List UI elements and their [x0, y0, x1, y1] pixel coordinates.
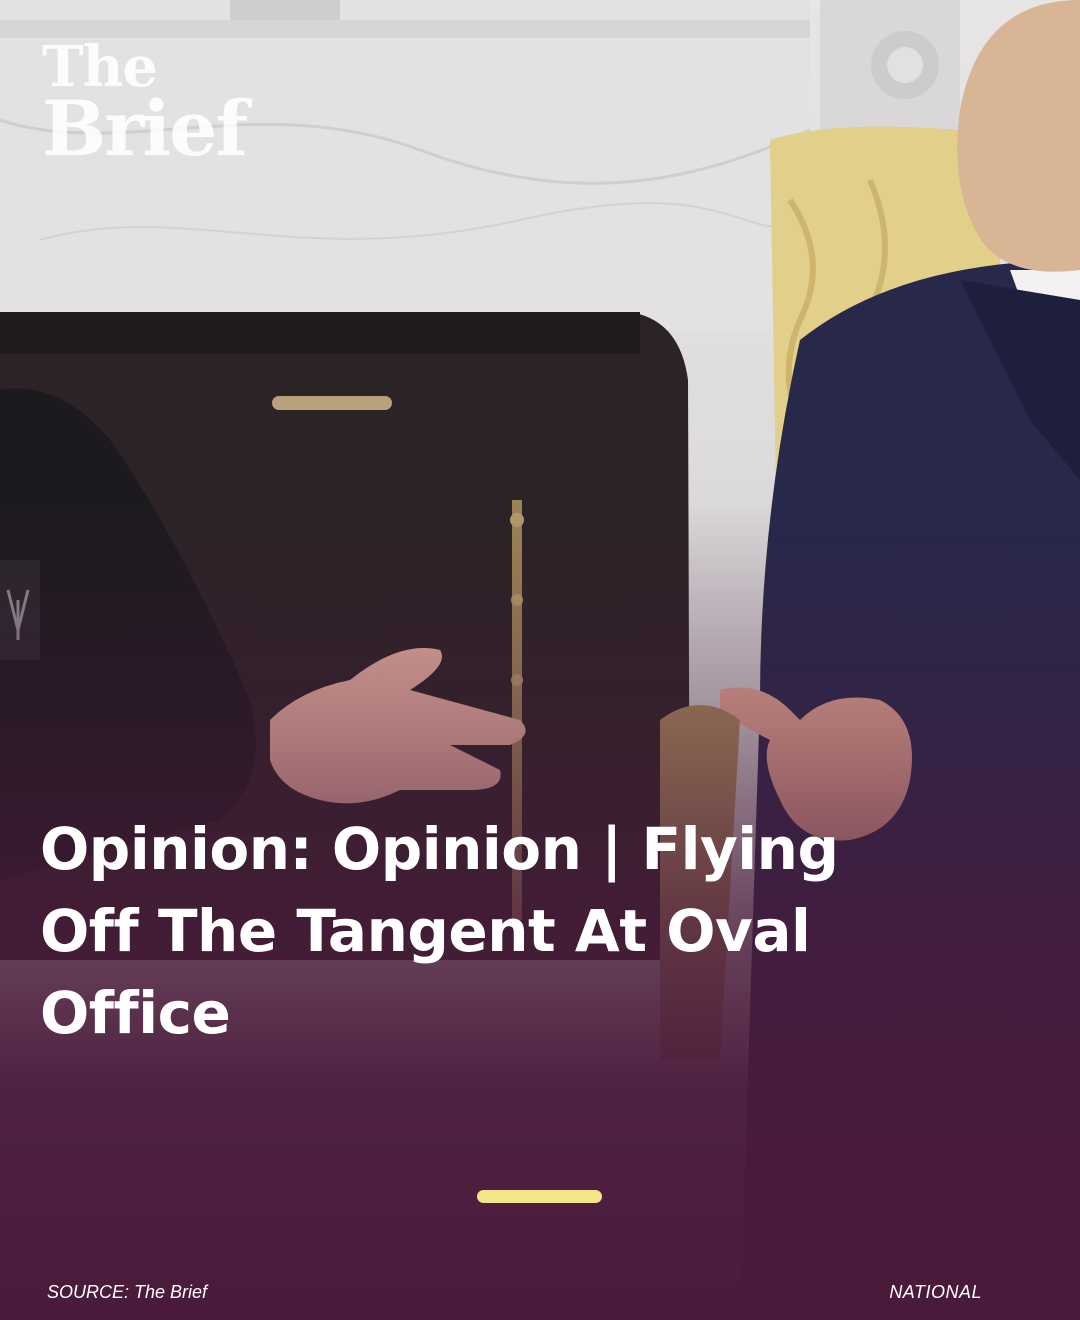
category-label: NATIONAL	[889, 1282, 982, 1302]
story-slide[interactable]: The Brief Opinion: Opinion | Flying Off …	[0, 0, 1080, 1320]
source-label: SOURCE: The Brief	[47, 1282, 208, 1302]
article-headline[interactable]: Opinion: Opinion | Flying Off The Tangen…	[40, 808, 940, 1054]
gradient-overlay	[0, 0, 1080, 1320]
brand-logo-line2: Brief	[42, 83, 248, 173]
slide-progress-indicator	[477, 1190, 602, 1203]
brand-logo: The Brief	[42, 39, 248, 173]
